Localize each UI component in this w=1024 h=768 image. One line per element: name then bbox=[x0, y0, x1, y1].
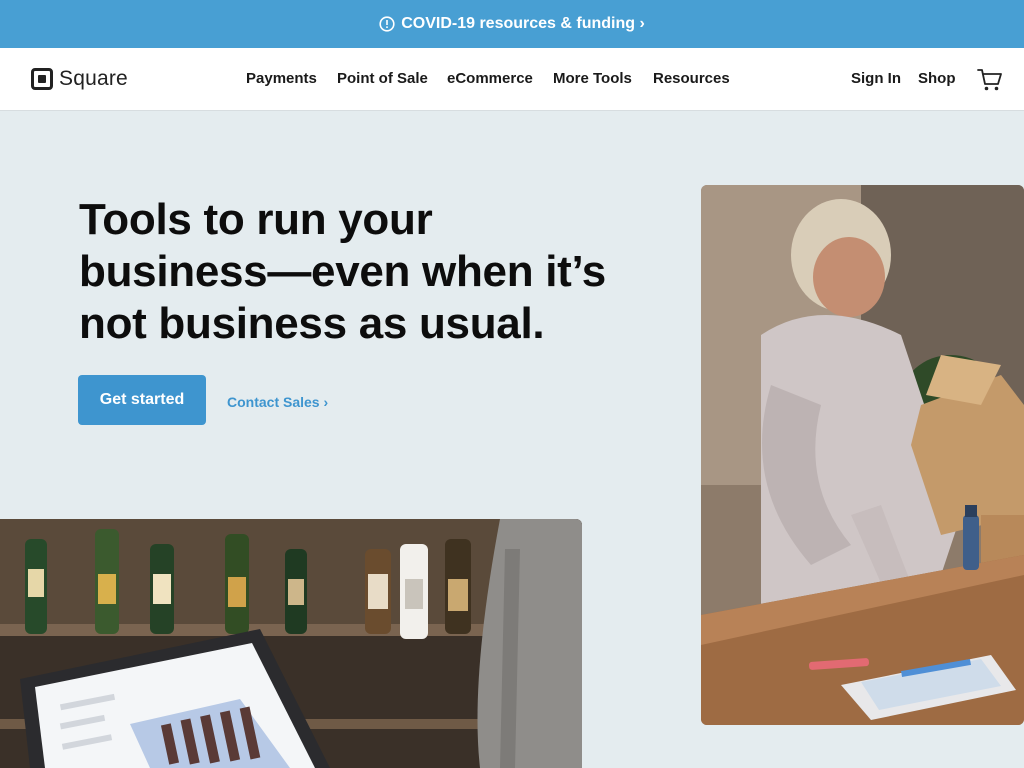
sign-in-link[interactable]: Sign In bbox=[851, 70, 901, 87]
woman-packing-box-photo bbox=[701, 185, 1024, 725]
scrollbar-handle[interactable] bbox=[1010, 46, 1024, 109]
hero-title-line-3: not business as usual. bbox=[79, 299, 545, 348]
main-nav: Square Payments Point of Sale eCommerce … bbox=[0, 48, 1024, 111]
square-logo-icon bbox=[31, 68, 53, 90]
cart-icon[interactable] bbox=[977, 67, 1003, 93]
hero-title-line-1: Tools to run your bbox=[79, 195, 433, 244]
wine-shop-laptop-photo bbox=[0, 519, 582, 768]
nav-item-point-of-sale[interactable]: Point of Sale bbox=[337, 70, 428, 87]
get-started-button[interactable]: Get started bbox=[78, 375, 206, 425]
hero-title-line-2: business—even when it’s bbox=[79, 247, 606, 296]
covid-resources-link[interactable]: COVID-19 resources & funding › bbox=[379, 15, 645, 33]
contact-sales-link[interactable]: Contact Sales › bbox=[227, 394, 328, 410]
info-circle-icon bbox=[379, 16, 395, 32]
covid-banner: COVID-19 resources & funding › bbox=[0, 0, 1024, 48]
nav-item-ecommerce[interactable]: eCommerce bbox=[447, 70, 533, 87]
nav-item-more-tools[interactable]: More Tools bbox=[553, 70, 632, 87]
nav-item-resources[interactable]: Resources bbox=[653, 70, 730, 87]
covid-resources-label: COVID-19 resources & funding › bbox=[401, 15, 645, 32]
logo-text: Square bbox=[59, 67, 128, 90]
square-logo[interactable]: Square bbox=[31, 65, 128, 93]
nav-item-payments[interactable]: Payments bbox=[246, 70, 317, 87]
shop-link[interactable]: Shop bbox=[918, 70, 956, 87]
hero-title: Tools to run your business—even when it’… bbox=[79, 194, 639, 350]
